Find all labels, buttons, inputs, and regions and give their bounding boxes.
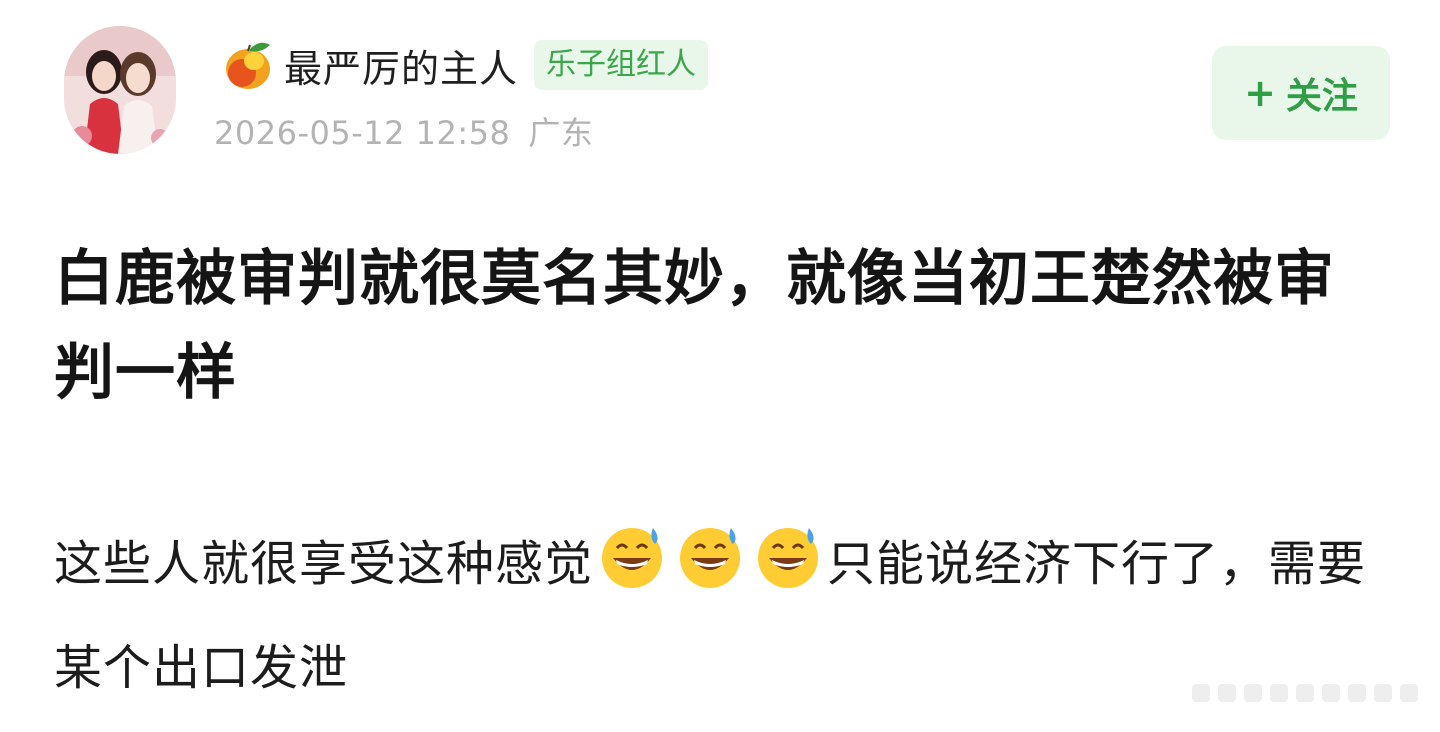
grinning-sweat-emoji: [599, 524, 665, 590]
watermark-pattern: [1192, 684, 1418, 702]
grinning-sweat-emoji: [755, 524, 821, 590]
user-header: 最严厉的主人 乐子组红人: [220, 34, 709, 96]
weibo-post-screenshot: 最严厉的主人 乐子组红人 2026-05-12 12:58 广东 + 关注 白鹿被…: [0, 0, 1440, 732]
post-body: 这些人就很享受这种感觉 只能说经济下行了，需要某个出口发泄: [54, 512, 1384, 720]
user-tag-badge[interactable]: 乐子组红人: [534, 40, 709, 90]
post-meta: 2026-05-12 12:58 广东: [214, 108, 593, 154]
mango-icon: [226, 42, 270, 89]
plus-icon: +: [1244, 71, 1276, 115]
grinning-sweat-emoji: [677, 524, 743, 590]
username[interactable]: 最严厉的主人: [284, 38, 518, 93]
avatar[interactable]: [64, 26, 176, 154]
follow-button[interactable]: + 关注: [1212, 46, 1390, 140]
post-body-text-1: 这些人就很享受这种感觉: [54, 536, 594, 592]
post-datetime: 2026-05-12 12:58: [214, 114, 511, 152]
post-location: 广东: [528, 114, 594, 152]
follow-label: 关注: [1285, 76, 1358, 117]
post-title: 白鹿被审判就很莫名其妙，就像当初王楚然被审判一样: [54, 244, 1335, 408]
